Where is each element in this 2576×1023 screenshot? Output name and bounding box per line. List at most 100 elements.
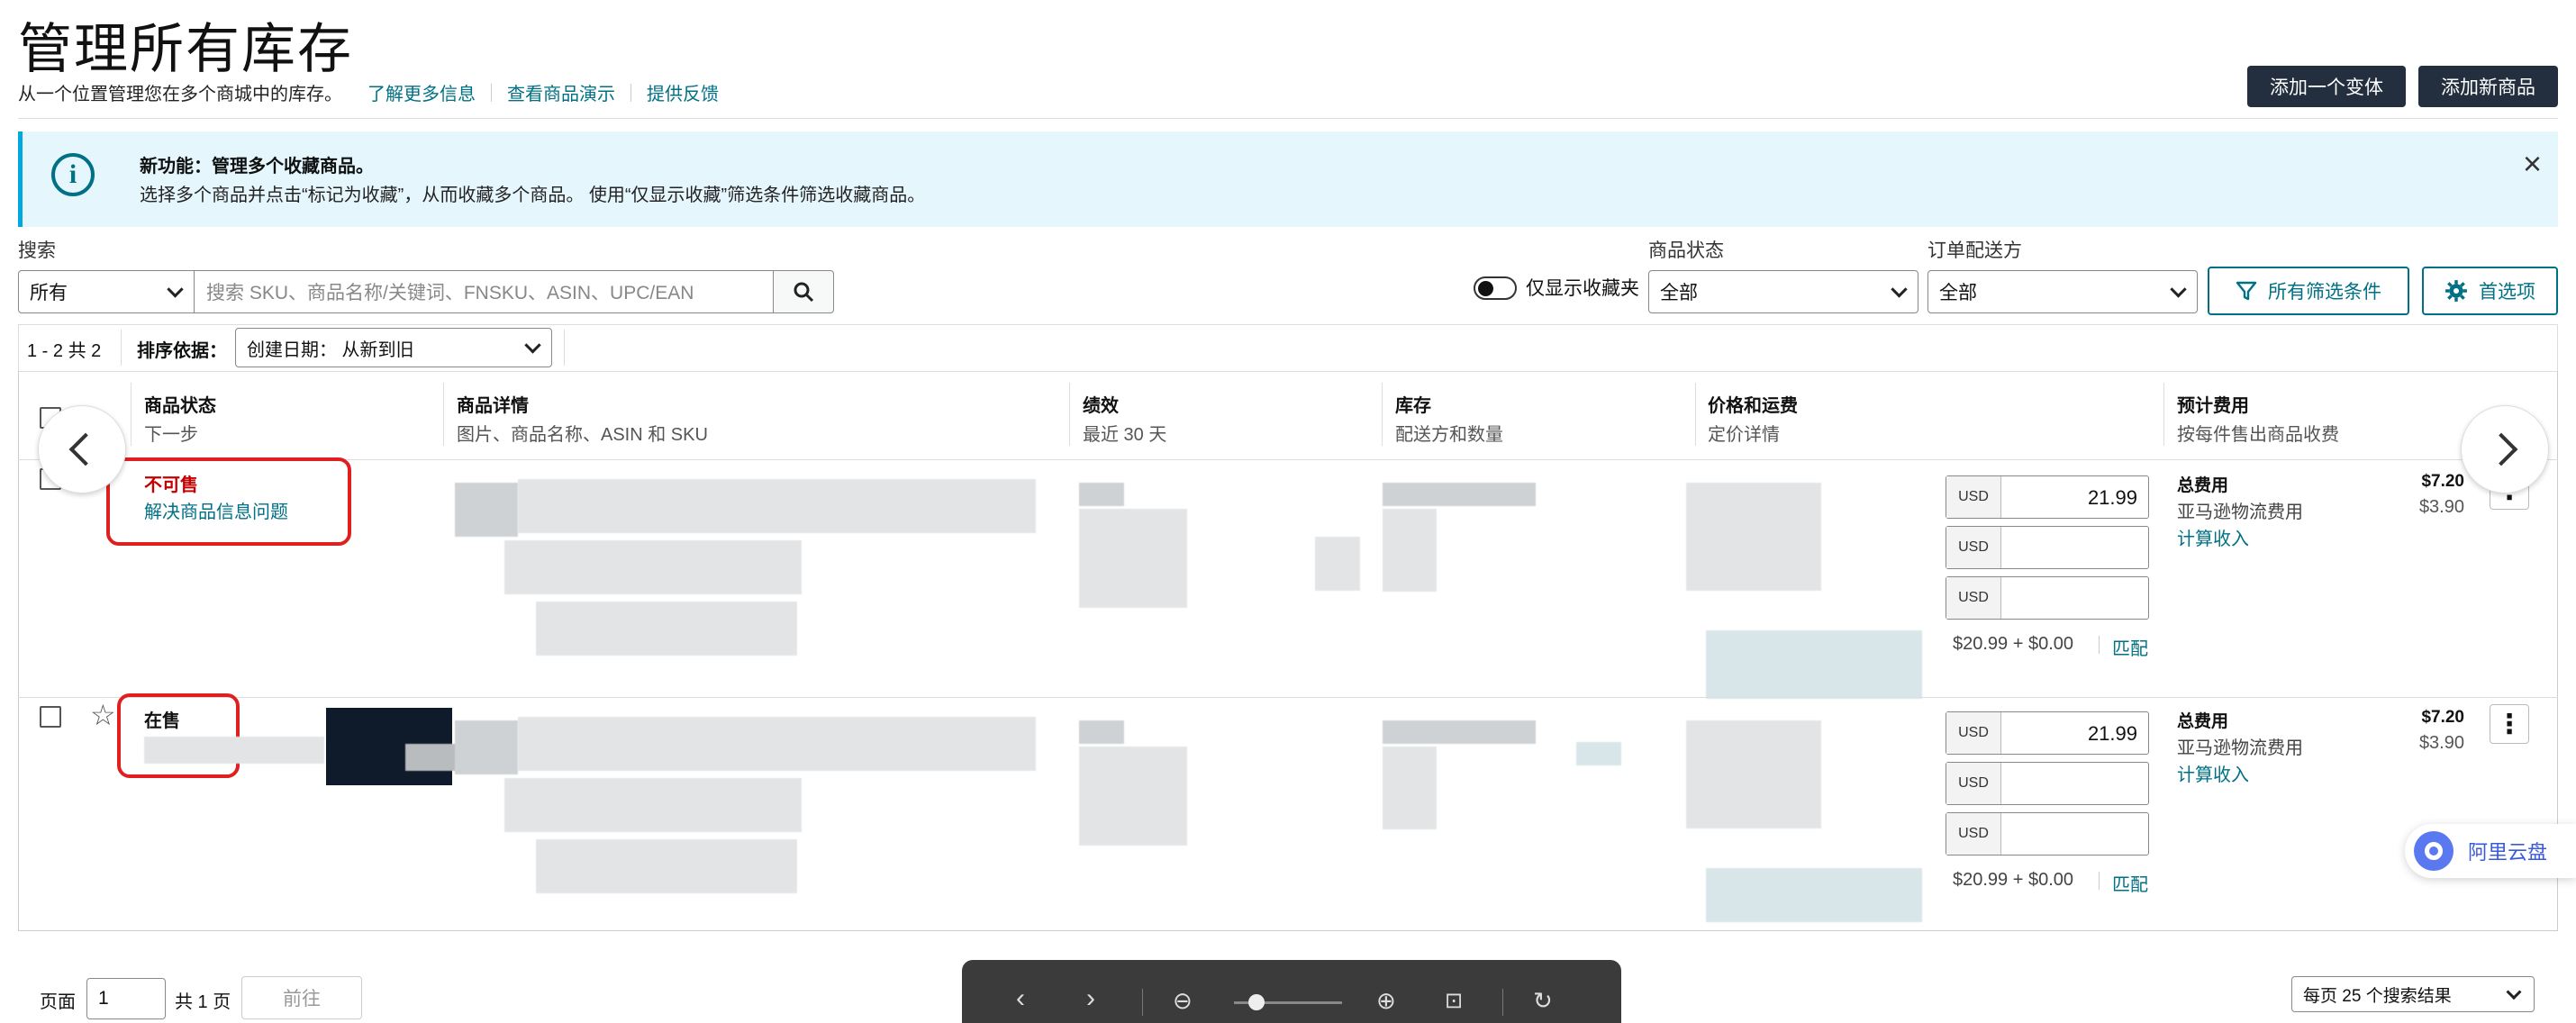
gear-icon — [2445, 280, 2467, 302]
per-page-value: 每页 25 个搜索结果 — [2303, 986, 2452, 1006]
header-divider — [18, 118, 2558, 119]
page-total: 共 1 页 — [175, 992, 231, 1012]
fit-screen-icon[interactable]: ⊡ — [1445, 991, 1463, 1012]
viewer-toolbar: ‹ › ⊖ ⊕ ⊡ ↻ — [962, 960, 1621, 1023]
price-input-3[interactable]: USD — [1946, 812, 2149, 856]
preferences-label: 首选项 — [2479, 282, 2535, 303]
inventory-table — [18, 371, 2558, 931]
product-image — [455, 720, 518, 774]
banner-text: 选择多个商品并点击“标记为收藏”，从而收藏多个商品。 使用“仅显示收藏”筛选条件… — [140, 186, 926, 205]
redacted-text — [1383, 509, 1437, 592]
col-details-title: 商品详情 — [457, 396, 529, 416]
info-banner: i 新功能：管理多个收藏商品。 选择多个商品并点击“标记为收藏”，从而收藏多个商… — [18, 131, 2558, 227]
redacted-text — [1576, 742, 1621, 765]
learn-more-link[interactable]: 了解更多信息 — [367, 79, 476, 105]
redacted-text — [1686, 483, 1821, 591]
col-performance-title: 绩效 — [1083, 396, 1119, 416]
redacted-text — [1686, 720, 1821, 828]
fee-total-label: 总费用 — [2177, 712, 2229, 731]
col-details-sub: 图片、商品名称、ASIN 和 SKU — [457, 425, 708, 445]
chevron-right-icon — [2484, 432, 2518, 466]
status-label: 在售 — [144, 711, 180, 731]
calculate-revenue-link[interactable]: 计算收入 — [2177, 760, 2249, 786]
rotate-icon[interactable]: ↻ — [1533, 989, 1553, 1012]
fee-total-value: $7.20 — [2421, 708, 2464, 727]
redacted-text — [1079, 509, 1187, 608]
star-icon[interactable]: ☆ — [90, 701, 116, 729]
page-number-input[interactable]: 1 — [86, 978, 166, 1019]
results-per-page-select[interactable]: 每页 25 个搜索结果 — [2291, 976, 2535, 1012]
fix-listing-link[interactable]: 解决商品信息问题 — [144, 497, 288, 523]
fulfillment-filter-label: 订单配送方 — [1927, 240, 2022, 261]
redacted-text — [144, 737, 324, 764]
fulfillment-filter-select[interactable]: 全部 — [1927, 270, 2198, 313]
feedback-link[interactable]: 提供反馈 — [647, 79, 719, 105]
header-row-divider — [18, 459, 2558, 460]
col-fees-title: 预计费用 — [2177, 396, 2249, 416]
go-button[interactable]: 前往 — [241, 976, 362, 1019]
match-link[interactable]: 匹配 — [2112, 870, 2148, 896]
column-divider — [1382, 383, 1383, 446]
divider — [2099, 636, 2100, 654]
price-value: 21.99 — [2087, 486, 2137, 509]
aliyun-logo-icon — [2414, 831, 2454, 871]
scroll-right-button[interactable] — [2461, 405, 2549, 493]
fba-fee-value: $3.90 — [2418, 733, 2464, 753]
redacted-text — [1315, 537, 1360, 591]
result-count: 1 - 2 共 2 — [27, 341, 102, 361]
close-icon[interactable]: × — [2523, 148, 2542, 180]
price-input[interactable]: USD 21.99 — [1946, 475, 2149, 519]
currency-label: USD — [1946, 763, 2001, 804]
add-product-button[interactable]: 添加新商品 — [2418, 66, 2558, 107]
toggle-knob — [1478, 281, 1493, 296]
search-scope-select[interactable]: 所有 — [18, 270, 195, 313]
add-variant-button[interactable]: 添加一个变体 — [2247, 66, 2406, 107]
toolbar-divider-2 — [564, 330, 565, 366]
redacted-text — [1383, 483, 1536, 506]
search-button[interactable] — [773, 270, 834, 313]
favorites-toggle[interactable] — [1474, 276, 1517, 300]
search-input[interactable]: 搜索 SKU、商品名称/关键词、FNSKU、ASIN、UPC/EAN — [194, 270, 774, 313]
price-input[interactable]: USD 21.99 — [1946, 711, 2149, 755]
fba-fee-label: 亚马逊物流费用 — [2177, 738, 2303, 758]
next-icon[interactable]: › — [1086, 985, 1095, 1012]
redacted-text — [518, 717, 1036, 771]
status-filter-select[interactable]: 全部 — [1648, 270, 1918, 313]
price-summary: $20.99 + $0.00 — [1953, 870, 2074, 890]
toolbar-divider — [121, 330, 122, 366]
col-status-sub: 下一步 — [144, 425, 198, 445]
more-actions-button[interactable]: ⋮ — [2490, 704, 2529, 744]
price-input-2[interactable]: USD — [1946, 526, 2149, 569]
redacted-text — [1383, 747, 1437, 829]
search-icon — [794, 282, 814, 303]
favorites-toggle-label: 仅显示收藏夹 — [1526, 278, 1639, 299]
price-input-3[interactable]: USD — [1946, 576, 2149, 620]
zoom-slider-handle[interactable] — [1248, 994, 1265, 1010]
scroll-left-button[interactable] — [38, 405, 126, 493]
redacted-text — [1079, 747, 1187, 846]
currency-label: USD — [1946, 577, 2001, 619]
match-link[interactable]: 匹配 — [2112, 634, 2148, 660]
toolbar-top-divider — [18, 324, 2558, 325]
fba-fee-label: 亚马逊物流费用 — [2177, 502, 2303, 522]
zoom-out-icon[interactable]: ⊖ — [1173, 989, 1193, 1012]
product-demo-link[interactable]: 查看商品演示 — [507, 79, 615, 105]
search-scope-value: 所有 — [30, 283, 68, 303]
redacted-text — [504, 778, 802, 832]
status-filter-value: 全部 — [1660, 283, 1698, 303]
price-input-2[interactable]: USD — [1946, 762, 2149, 805]
row-checkbox[interactable] — [40, 706, 61, 728]
zoom-in-icon[interactable]: ⊕ — [1376, 989, 1396, 1012]
all-filters-button[interactable]: 所有筛选条件 — [2208, 267, 2409, 315]
previous-icon[interactable]: ‹ — [1016, 985, 1025, 1012]
page-subtitle: 从一个位置管理您在多个商城中的库存。 了解更多信息 查看商品演示 提供反馈 — [18, 79, 719, 105]
col-price-title: 价格和运费 — [1708, 396, 1798, 416]
sort-select[interactable]: 创建日期： 从新到旧 — [235, 328, 552, 367]
page-title: 管理所有库存 — [18, 19, 353, 79]
preferences-button[interactable]: 首选项 — [2422, 267, 2558, 315]
chevron-down-icon — [1891, 281, 1908, 298]
toolbar-right-border — [2557, 324, 2558, 371]
row-divider — [18, 697, 2558, 698]
calculate-revenue-link[interactable]: 计算收入 — [2177, 524, 2249, 550]
aliyun-drive-widget[interactable]: 阿里云盘 — [2405, 824, 2576, 878]
